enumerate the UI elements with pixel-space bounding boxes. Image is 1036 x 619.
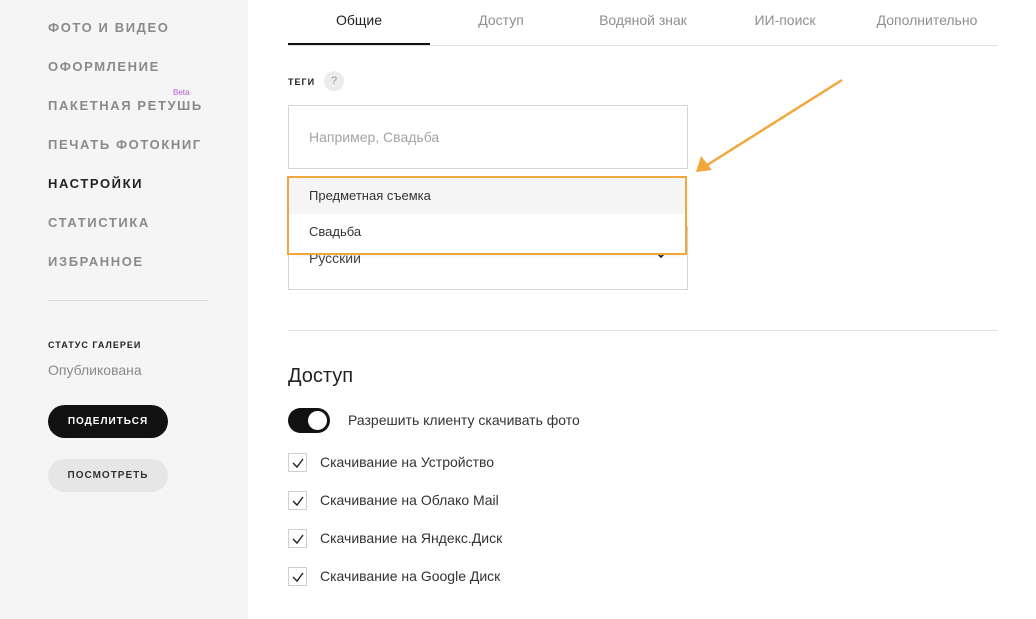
annotation-arrow-icon [696,78,843,172]
nav-item-statistics[interactable]: СТАТИСТИКА [48,215,150,230]
nav-item-photobook-print[interactable]: ПЕЧАТЬ ФОТОКНИГ [48,137,202,152]
tab-ai-search[interactable]: ИИ-поиск [714,12,856,28]
sidebar: ФОТО И ВИДЕО ОФОРМЛЕНИЕ ПАКЕТНАЯ РЕТУШЬ … [0,0,248,619]
nav-item-favorites[interactable]: ИЗБРАННОЕ [48,254,144,269]
tags-suggestions-dropdown: Предметная съемка Свадьба [289,178,686,253]
check-icon [292,572,304,583]
check-icon [292,534,304,545]
suggestion-item[interactable]: Свадьба [289,214,686,250]
active-tab-indicator [288,43,430,45]
gallery-status-title: СТАТУС ГАЛЕРЕИ [48,340,142,350]
check-icon [292,458,304,469]
access-section-title: Доступ [288,365,354,387]
checkbox-label: Скачивание на Устройство [320,454,495,470]
sidebar-divider [48,300,208,301]
tags-input[interactable] [288,105,688,169]
beta-badge: Beta [173,88,190,97]
toggle-knob [308,411,327,430]
checkbox-yandex-disk[interactable] [288,529,307,548]
download-toggle[interactable] [288,408,330,433]
settings-tabs: Общие Доступ Водяной знак ИИ-поиск Допол… [288,0,998,46]
checkbox-mail-cloud[interactable] [288,491,307,510]
nav-item-settings[interactable]: НАСТРОЙКИ [48,176,143,191]
checkbox-label: Скачивание на Google Диск [320,568,501,584]
tab-access[interactable]: Доступ [430,12,572,28]
share-button[interactable]: ПОДЕЛИТЬСЯ [48,405,168,438]
help-icon[interactable]: ? [324,71,344,91]
tab-watermark[interactable]: Водяной знак [572,12,714,28]
check-icon [292,496,304,507]
checkbox-label: Скачивание на Облако Mail [320,492,499,508]
checkbox-label: Скачивание на Яндекс.Диск [320,530,503,546]
view-button[interactable]: ПОСМОТРЕТЬ [48,459,168,492]
suggestion-item[interactable]: Предметная съемка [289,178,686,214]
checkbox-google-disk[interactable] [288,567,307,586]
tab-general[interactable]: Общие [288,12,430,28]
tab-additional[interactable]: Дополнительно [856,12,998,28]
gallery-status-value: Опубликована [48,362,142,378]
nav-item-photo-video[interactable]: ФОТО И ВИДЕО [48,20,169,35]
download-toggle-label: Разрешить клиенту скачивать фото [348,412,580,428]
nav-item-batch-retouch[interactable]: ПАКЕТНАЯ РЕТУШЬ [48,98,203,113]
tags-label: ТЕГИ [288,77,316,87]
nav-item-design[interactable]: ОФОРМЛЕНИЕ [48,59,160,74]
section-divider [288,330,998,331]
checkbox-device[interactable] [288,453,307,472]
